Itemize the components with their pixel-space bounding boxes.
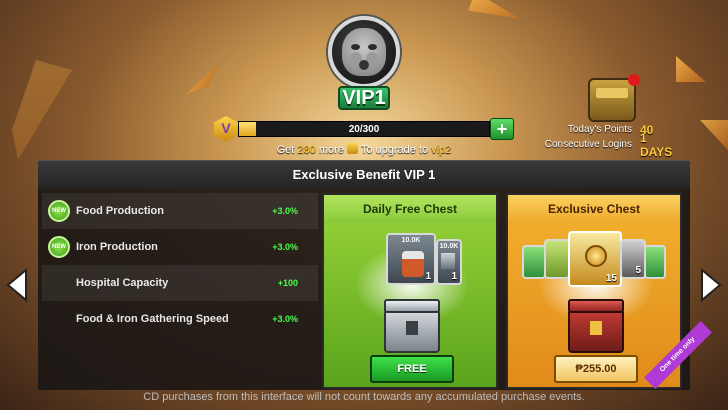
points-label: Today's Points: [567, 124, 632, 135]
buy-button[interactable]: ₱255.00: [554, 355, 638, 383]
vip-level-label: VIP1: [338, 86, 390, 110]
one-time-tag: One time only: [644, 321, 712, 389]
decor-shard: [468, 0, 524, 28]
benefit-value: +3.0%: [272, 314, 298, 324]
plus-icon[interactable]: +: [490, 118, 514, 140]
benefit-panel: Exclusive Benefit VIP 1 NEW Food Product…: [38, 160, 712, 390]
benefit-value: +100: [277, 278, 298, 288]
benefit-row: Hospital Capacity +100: [42, 265, 318, 301]
decor-shard: [12, 60, 72, 160]
decor-shard: [700, 120, 728, 150]
benefit-list: NEW Food Production +3.0% NEW Iron Produ…: [42, 193, 318, 337]
red-chest-icon: [568, 299, 624, 353]
reward-item[interactable]: [644, 245, 666, 279]
reward-item-featured[interactable]: 15: [568, 231, 622, 287]
benefit-value: +3.0%: [272, 242, 298, 252]
new-badge-icon: NEW: [48, 200, 70, 222]
left-arrow-icon[interactable]: [6, 267, 28, 303]
benefit-row: NEW Iron Production +3.0%: [42, 229, 318, 265]
exclusive-chest-card: Exclusive Chest 15 5 ₱255.00 One time on…: [506, 193, 712, 389]
iron-chest-icon: [384, 299, 440, 353]
reward-item[interactable]: 10.0K 1: [436, 239, 462, 285]
benefit-name: Hospital Capacity: [76, 277, 169, 289]
decor-shard: [676, 56, 706, 82]
v-coin-icon: V: [214, 116, 238, 142]
benefit-name: Food & Iron Gathering Speed: [76, 313, 229, 325]
benefit-row: NEW Food Production +3.0%: [42, 193, 318, 229]
benefit-name: Iron Production: [76, 241, 158, 253]
vip-badge: VIP1: [324, 12, 404, 116]
points-needed: 280: [297, 144, 316, 156]
gold-medal-icon: [585, 245, 607, 267]
card-title: Exclusive Chest: [508, 195, 680, 223]
daily-free-chest-card: Daily Free Chest 10.0K 1 10.0K 1 FREE: [322, 193, 498, 389]
upgrade-hint: Get 280 more To upgrade to vip2: [276, 143, 452, 156]
decor-shard: [180, 64, 224, 95]
reward-item[interactable]: [522, 245, 546, 279]
reward-item[interactable]: [544, 239, 570, 279]
right-arrow-icon[interactable]: [700, 267, 722, 303]
reward-item[interactable]: 10.0K 1: [386, 233, 436, 285]
benefit-value: +3.0%: [272, 206, 298, 216]
benefit-row: Food & Iron Gathering Speed +3.0%: [42, 301, 318, 337]
logins-value: 1 DAYS: [640, 130, 673, 159]
new-badge-icon: NEW: [48, 236, 70, 258]
v-coin-icon: [346, 143, 358, 154]
treasure-box-icon[interactable]: [588, 74, 640, 122]
vip-progress-bar: 20/300: [238, 121, 490, 137]
card-title: Daily Free Chest: [324, 195, 496, 223]
canned-food-icon: [402, 251, 424, 277]
footer-note: CD purchases from this interface will no…: [143, 391, 585, 403]
panel-title: Exclusive Benefit VIP 1: [38, 161, 690, 189]
benefit-name: Food Production: [76, 205, 164, 217]
logins-label: Consecutive Logins: [544, 139, 632, 150]
reward-item[interactable]: 5: [620, 239, 646, 279]
iron-ingot-icon: [441, 253, 455, 269]
target-vip: vip2: [431, 144, 452, 156]
notification-dot: [628, 74, 640, 86]
vip-progress-text: 20/300: [348, 124, 380, 135]
free-claim-button[interactable]: FREE: [370, 355, 454, 383]
login-stats: Today's Points 40 Consecutive Logins 1 DAY…: [530, 122, 680, 159]
monkey-face-icon: [342, 28, 386, 76]
